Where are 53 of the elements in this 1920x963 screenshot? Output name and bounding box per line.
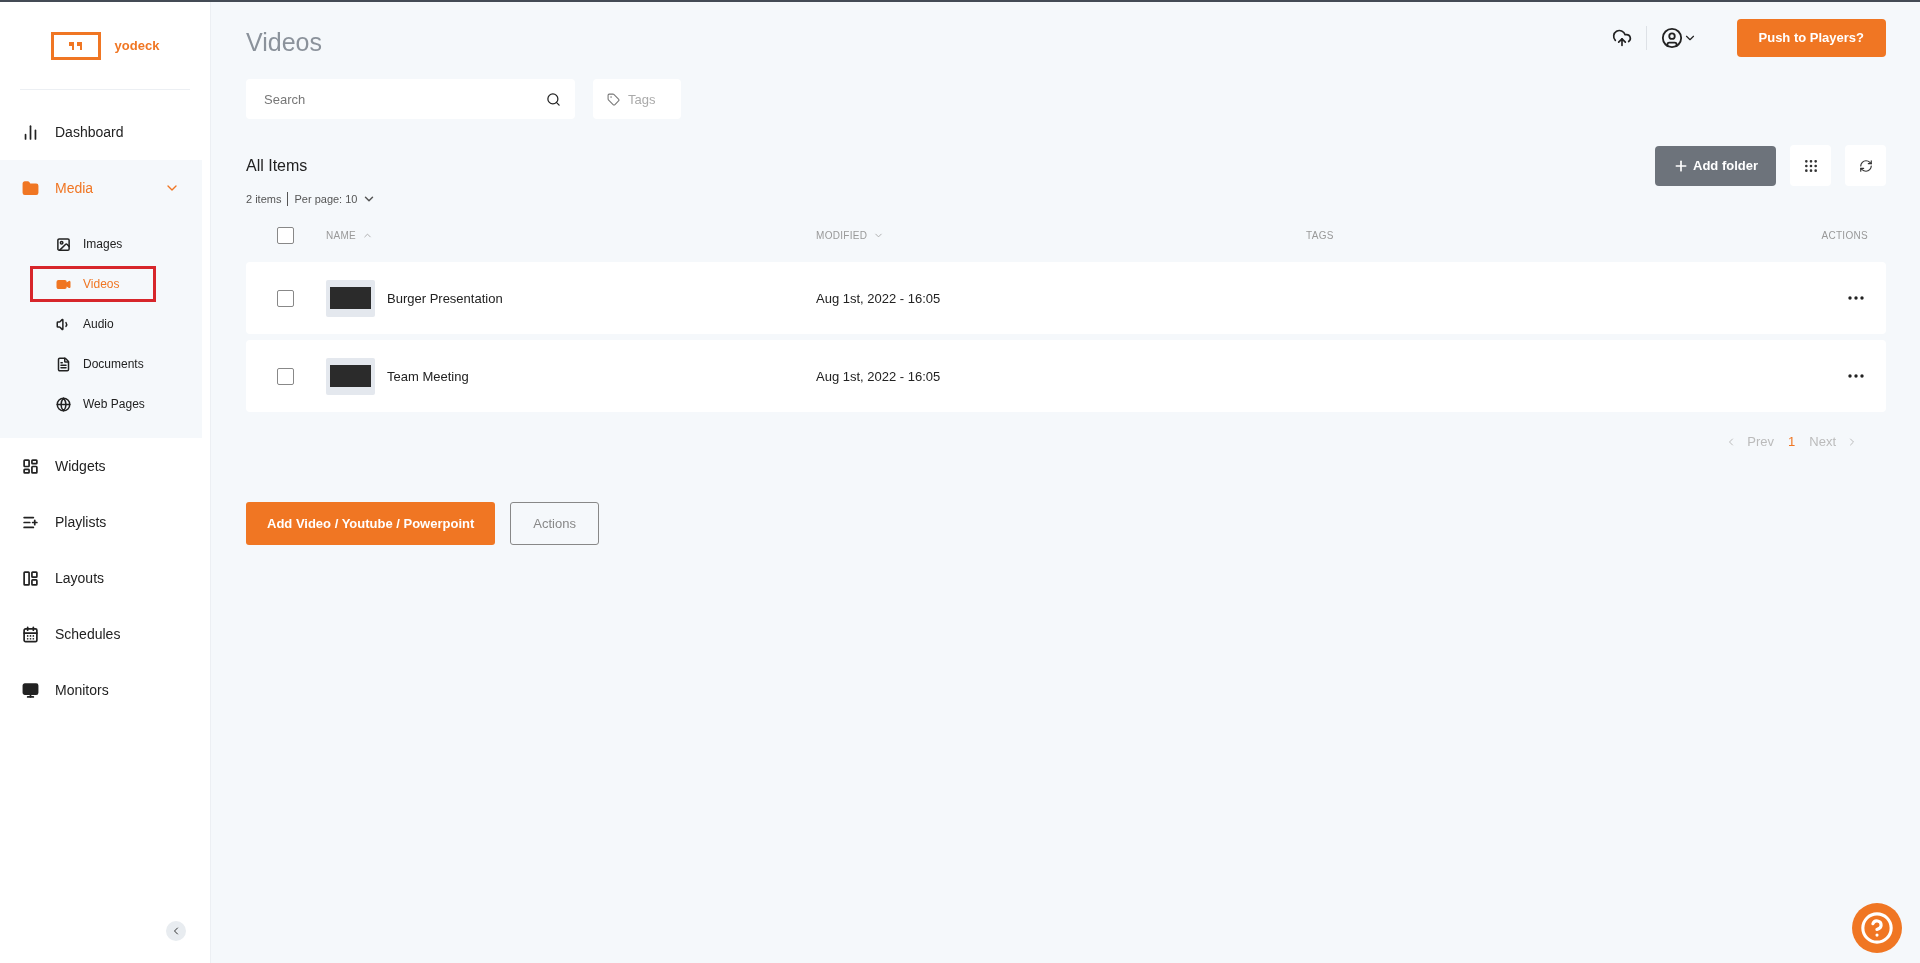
sidebar-item[interactable]: Widgets <box>0 438 202 494</box>
video-thumbnail <box>326 357 375 395</box>
document-icon <box>56 356 71 372</box>
search-icon[interactable] <box>546 91 561 107</box>
sidebar-subitem[interactable]: Web Pages <box>30 386 156 422</box>
add-folder-button[interactable]: Add folder <box>1655 145 1776 186</box>
sidebar-subitem[interactable]: Audio <box>30 306 156 342</box>
tag-icon <box>607 92 620 106</box>
table-row[interactable]: Burger Presentation Aug 1st, 2022 - 16:05 <box>246 262 1886 334</box>
widgets-icon <box>22 457 39 475</box>
section-title: All Items <box>246 156 308 175</box>
table-cell: Burger Presentation <box>387 290 503 306</box>
page-title: Videos <box>246 28 322 57</box>
ellipsis-icon <box>1848 296 1864 300</box>
user-avatar-icon <box>1660 26 1683 49</box>
folder-icon <box>22 179 39 197</box>
globe-icon <box>56 396 71 412</box>
refresh-icon <box>1858 158 1873 173</box>
refresh-button[interactable] <box>1845 145 1886 186</box>
sidebar-item[interactable]: Monitors <box>0 662 202 718</box>
table-cell-text: Aug 1st, 2022 - 16:05 <box>816 290 942 306</box>
sidebar-item[interactable]: Playlists <box>0 494 202 550</box>
more-options-icon[interactable] <box>1848 296 1864 300</box>
calendar-icon <box>22 625 39 643</box>
table-row[interactable]: Team Meeting Aug 1st, 2022 - 16:05 <box>246 340 1886 412</box>
question-mark-icon <box>1860 911 1894 945</box>
image-icon <box>56 236 71 252</box>
item-count: 2 items <box>246 193 282 205</box>
logo-text: yodeck <box>114 38 160 53</box>
grid-view-button[interactable] <box>1790 145 1831 186</box>
video-thumbnail <box>326 279 375 317</box>
sidebar-subitem[interactable]: Images <box>30 226 156 262</box>
sidebar-subitem[interactable]: Documents <box>30 346 156 382</box>
help-button[interactable] <box>1852 903 1902 953</box>
sidebar-item[interactable]: Dashboard <box>0 104 202 160</box>
row-checkbox[interactable] <box>277 367 294 385</box>
search-input[interactable]: Search <box>262 90 546 108</box>
logo-mark <box>50 31 101 60</box>
grid-dots-icon <box>1802 157 1819 174</box>
monitor-play-icon <box>22 681 39 699</box>
table-cell: Team Meeting <box>387 368 469 384</box>
select-all-checkbox[interactable] <box>277 226 294 244</box>
bar-chart-icon <box>22 123 39 141</box>
row-checkbox[interactable] <box>277 289 294 307</box>
table-cell-text: Aug 1st, 2022 - 16:05 <box>816 368 942 384</box>
more-options-icon[interactable] <box>1848 374 1864 378</box>
per-page-dropdown[interactable]: Per page: 10 <box>294 192 377 206</box>
sidebar-item[interactable]: Layouts <box>0 550 202 606</box>
layout-icon <box>22 569 39 587</box>
ellipsis-icon <box>1848 374 1864 378</box>
collapse-sidebar-button[interactable] <box>166 921 186 941</box>
search-field[interactable]: Search <box>246 79 575 119</box>
sidebar-item[interactable]: Schedules <box>0 606 202 662</box>
